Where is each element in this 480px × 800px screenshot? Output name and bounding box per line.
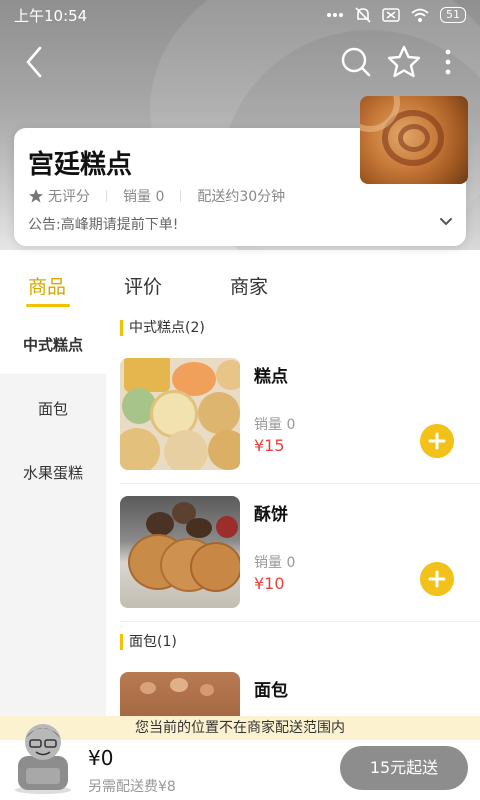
section-title: 面包(1): [120, 634, 177, 650]
meta-divider: [180, 190, 182, 202]
tab-merchant[interactable]: 商家: [230, 272, 268, 299]
cart-bar: ¥0 另需配送费¥8 15元起送: [0, 724, 480, 800]
shop-delivery-time: 配送约30分钟: [197, 189, 286, 205]
mute-bell-icon: [355, 7, 371, 23]
favorite-star-icon[interactable]: [384, 42, 424, 82]
product-name: 酥饼: [254, 505, 288, 525]
wifi-icon: [411, 8, 429, 22]
status-bar: 上午10:54 51: [0, 0, 480, 30]
shop-name: 宫廷糕点: [28, 150, 133, 180]
sidebar-item-fruit-cake[interactable]: 水果蛋糕: [0, 462, 106, 483]
divider: [120, 483, 480, 484]
cart-total: ¥0: [88, 746, 114, 770]
rating-star-icon: [29, 189, 43, 203]
product-name: 糕点: [254, 367, 288, 387]
product-price: ¥15: [254, 436, 285, 455]
product-sales: 销量 0: [254, 417, 296, 433]
product-name: 面包: [254, 681, 288, 701]
sidebar-item-chinese-pastry[interactable]: 中式糕点: [0, 316, 106, 374]
product-item[interactable]: 面包: [120, 672, 480, 716]
delivery-fee: 另需配送费¥8: [88, 779, 176, 795]
top-navigation: [0, 40, 480, 84]
product-image: [120, 672, 240, 716]
cart-avatar-icon[interactable]: [12, 718, 74, 794]
back-chevron-icon[interactable]: [20, 42, 50, 82]
shop-logo-image: [360, 96, 468, 184]
product-item[interactable]: 酥饼 销量 0 ¥10: [120, 496, 480, 624]
product-image: [120, 358, 240, 470]
category-sidebar: 中式糕点 面包 水果蛋糕: [0, 316, 106, 716]
add-to-cart-button[interactable]: [420, 562, 454, 596]
product-price: ¥10: [254, 574, 285, 593]
sim-icon: [382, 8, 400, 22]
battery-indicator: 51: [440, 7, 466, 23]
shop-tabs: 商品 评价 商家: [0, 272, 480, 312]
shop-meta: 无评分 销量 0 配送约30分钟: [28, 186, 285, 206]
shop-notice: 公告:高峰期请提前下单!: [28, 217, 179, 233]
status-time: 上午10:54: [14, 6, 88, 25]
sidebar-item-bread[interactable]: 面包: [0, 398, 106, 419]
section-title: 中式糕点(2): [120, 320, 205, 336]
search-icon[interactable]: [338, 44, 374, 80]
shop-rating: 无评分: [48, 189, 90, 205]
product-image: [120, 496, 240, 608]
product-item[interactable]: 糕点 销量 0 ¥15: [120, 358, 480, 486]
add-to-cart-button[interactable]: [420, 424, 454, 458]
active-tab-indicator: [26, 304, 70, 307]
more-vertical-icon[interactable]: [436, 44, 460, 80]
tab-reviews[interactable]: 评价: [124, 272, 162, 299]
product-sales: 销量 0: [254, 555, 296, 571]
meta-divider: [106, 190, 107, 202]
min-order-button[interactable]: 15元起送: [340, 746, 468, 790]
chevron-down-icon[interactable]: [438, 214, 454, 230]
signal-dots-icon: [327, 13, 343, 17]
divider: [120, 621, 480, 622]
tab-products[interactable]: 商品: [28, 272, 66, 299]
shop-sales: 销量 0: [123, 189, 165, 205]
